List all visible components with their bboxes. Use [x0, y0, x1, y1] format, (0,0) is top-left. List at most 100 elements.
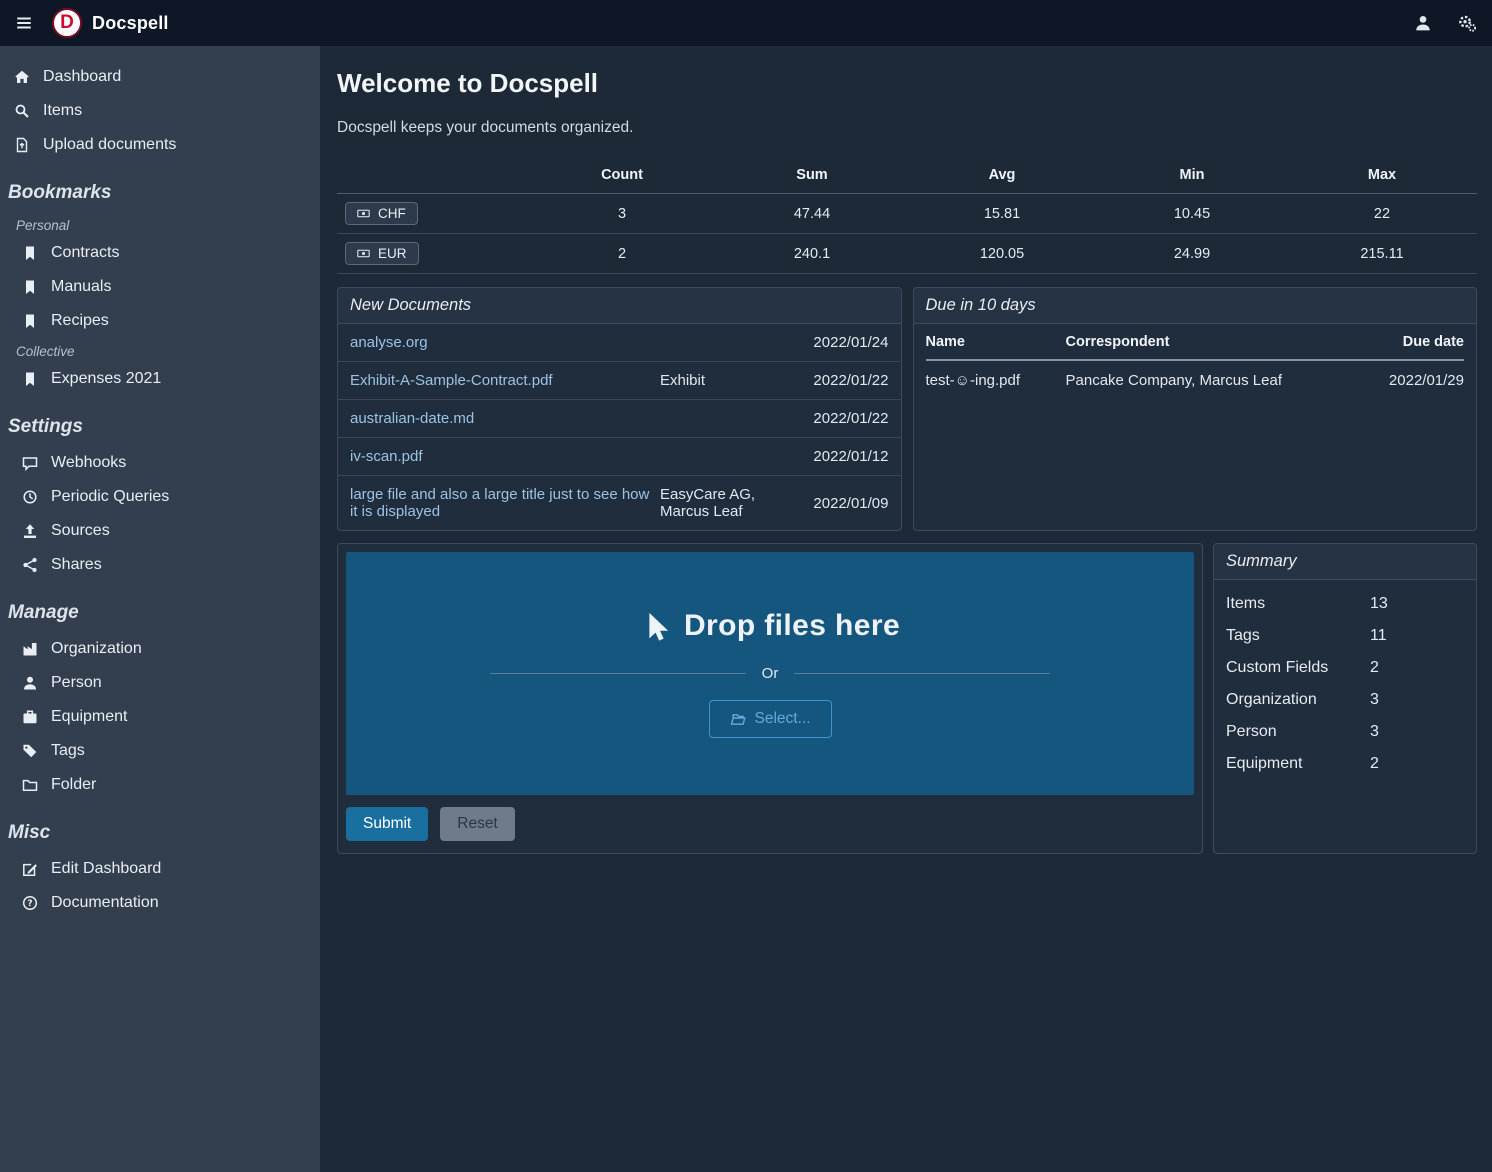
sidebar-item-label: Contracts [51, 244, 119, 262]
sidebar-item-equipment[interactable]: Equipment [0, 700, 320, 734]
summary-value: 11 [1370, 627, 1387, 645]
stat-min: 24.99 [1097, 234, 1287, 274]
sidebar-item-label: Items [43, 102, 82, 120]
user-menu-button[interactable] [1414, 14, 1432, 32]
sidebar-item-edit-dashboard[interactable]: Edit Dashboard [0, 852, 320, 886]
document-date: 2022/01/09 [813, 495, 888, 512]
summary-value: 13 [1370, 595, 1388, 613]
document-link[interactable]: Exhibit-A-Sample-Contract.pdf [350, 372, 650, 389]
stat-max: 215.11 [1287, 234, 1477, 274]
due-document-name[interactable]: test-☺-ing.pdf [926, 360, 1066, 400]
sidebar-item-manuals[interactable]: Manuals [0, 270, 320, 304]
document-link[interactable]: large file and also a large title just t… [350, 486, 650, 520]
document-row: australian-date.md 2022/01/22 [338, 399, 901, 437]
due-table: Name Correspondent Due date test-☺-ing.p… [926, 326, 1465, 400]
section-title-manage: Manage [0, 582, 320, 632]
main-content: Welcome to Docspell Docspell keeps your … [320, 46, 1492, 1172]
stats-header-min: Min [1097, 159, 1287, 194]
folder-icon [22, 777, 38, 793]
menu-toggle-button[interactable] [0, 0, 48, 46]
sidebar-item-folder[interactable]: Folder [0, 768, 320, 802]
summary-label: Items [1226, 595, 1370, 613]
bookmarks-group-collective: Collective [0, 338, 320, 362]
sidebar-item-upload-documents[interactable]: Upload documents [0, 128, 320, 162]
file-dropzone[interactable]: Drop files here Or Select... [346, 552, 1194, 795]
or-label: Or [762, 665, 779, 682]
sidebar-item-webhooks[interactable]: Webhooks [0, 446, 320, 480]
bookmarks-group-personal: Personal [0, 212, 320, 236]
stats-header-count: Count [527, 159, 717, 194]
sidebar-item-documentation[interactable]: Documentation [0, 886, 320, 920]
currency-badge-eur: EUR [345, 242, 419, 265]
document-row: large file and also a large title just t… [338, 475, 901, 530]
app-title: Docspell [92, 13, 169, 34]
due-header-due-date: Due date [1354, 326, 1464, 360]
sidebar-item-label: Tags [51, 742, 85, 760]
summary-row: Custom Fields 2 [1214, 652, 1476, 684]
summary-value: 3 [1370, 691, 1379, 709]
stats-header-avg: Avg [907, 159, 1097, 194]
upload-actions: Submit Reset [346, 795, 1194, 845]
document-date: 2022/01/22 [813, 410, 888, 427]
sidebar-item-expenses-2021[interactable]: Expenses 2021 [0, 362, 320, 396]
sidebar-item-label: Recipes [51, 312, 109, 330]
upload-box: Drop files here Or Select... Submit Rese… [337, 543, 1203, 854]
bookmark-icon [22, 371, 38, 387]
reset-button[interactable]: Reset [440, 807, 515, 841]
summary-value: 2 [1370, 659, 1379, 677]
comment-icon [22, 455, 38, 471]
document-date: 2022/01/24 [813, 334, 888, 351]
document-row: iv-scan.pdf 2022/01/12 [338, 437, 901, 475]
sidebar-item-label: Periodic Queries [51, 488, 169, 506]
section-title-settings: Settings [0, 396, 320, 446]
bookmark-icon [22, 279, 38, 295]
due-row: test-☺-ing.pdf Pancake Company, Marcus L… [926, 360, 1465, 400]
sidebar-item-person[interactable]: Person [0, 666, 320, 700]
sidebar-item-label: Equipment [51, 708, 128, 726]
sidebar-item-label: Organization [51, 640, 142, 658]
stat-min: 10.45 [1097, 194, 1287, 234]
sidebar-item-items[interactable]: Items [0, 94, 320, 128]
tags-icon [22, 743, 38, 759]
share-icon [22, 557, 38, 573]
summary-list: Items 13 Tags 11 Custom Fields 2 Organiz… [1214, 580, 1476, 788]
section-title-misc: Misc [0, 802, 320, 852]
home-icon [14, 69, 30, 85]
due-correspondent: Pancake Company, Marcus Leaf [1066, 360, 1355, 400]
hamburger-icon [15, 14, 33, 32]
summary-label: Tags [1226, 627, 1370, 645]
submit-button[interactable]: Submit [346, 807, 428, 841]
sidebar-item-label: Dashboard [43, 68, 121, 86]
sidebar-item-dashboard[interactable]: Dashboard [0, 60, 320, 94]
sidebar-item-sources[interactable]: Sources [0, 514, 320, 548]
divider-line [794, 673, 1050, 674]
summary-value: 2 [1370, 755, 1379, 773]
select-files-button[interactable]: Select... [709, 700, 832, 738]
user-icon [1414, 14, 1432, 32]
sidebar-item-label: Person [51, 674, 102, 692]
sidebar-item-recipes[interactable]: Recipes [0, 304, 320, 338]
stats-header-sum: Sum [717, 159, 907, 194]
settings-menu-button[interactable] [1458, 14, 1476, 32]
app-logo: D [52, 8, 82, 38]
summary-box: Summary Items 13 Tags 11 Custom Fields 2 [1213, 543, 1477, 854]
new-documents-title: New Documents [338, 288, 901, 324]
sidebar-item-organization[interactable]: Organization [0, 632, 320, 666]
sidebar-item-contracts[interactable]: Contracts [0, 236, 320, 270]
document-link[interactable]: australian-date.md [350, 410, 650, 427]
sidebar-item-shares[interactable]: Shares [0, 548, 320, 582]
sidebar-item-periodic-queries[interactable]: Periodic Queries [0, 480, 320, 514]
due-header-row: Name Correspondent Due date [926, 326, 1465, 360]
folder-open-icon [730, 711, 746, 727]
mouse-pointer-icon [640, 611, 670, 641]
summary-title: Summary [1214, 544, 1476, 580]
drop-files-label: Drop files here [640, 609, 900, 643]
upload-icon [22, 523, 38, 539]
sidebar-item-tags[interactable]: Tags [0, 734, 320, 768]
document-link[interactable]: analyse.org [350, 334, 650, 351]
currency-label: CHF [378, 206, 406, 221]
stat-sum: 47.44 [717, 194, 907, 234]
sidebar-item-label: Webhooks [51, 454, 126, 472]
page-title: Welcome to Docspell [337, 68, 1477, 99]
document-link[interactable]: iv-scan.pdf [350, 448, 650, 465]
